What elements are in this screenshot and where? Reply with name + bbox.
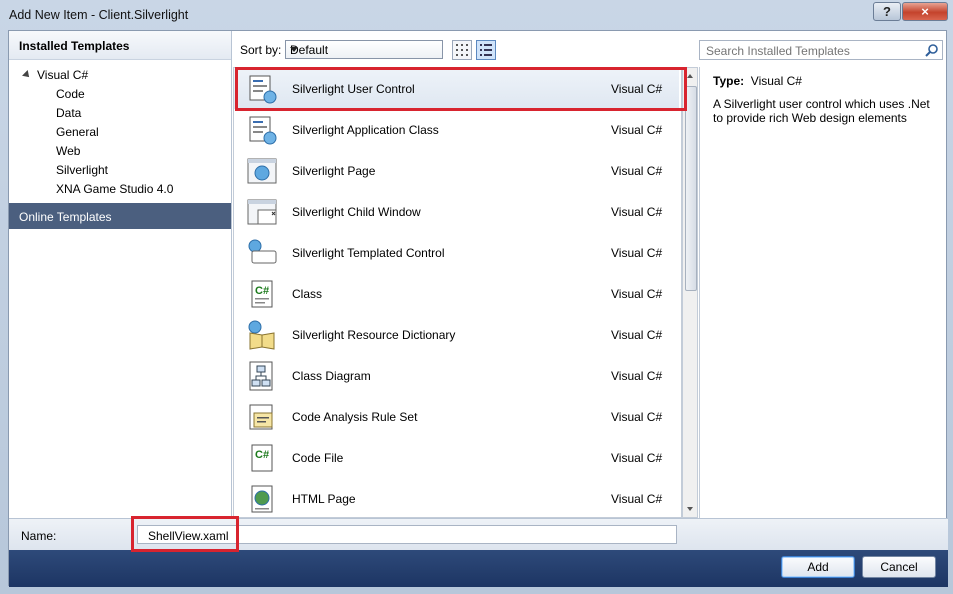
template-row[interactable]: Class Diagram Visual C# <box>234 355 679 396</box>
list-view-icon <box>480 44 492 56</box>
category-panel: Installed Templates Visual C# Code Data … <box>9 31 232 518</box>
name-input-highlight <box>131 516 239 552</box>
template-name: HTML Page <box>292 492 356 506</box>
template-name: Silverlight Page <box>292 164 376 178</box>
code-file-icon: C# <box>251 444 273 472</box>
details-view-button[interactable] <box>476 40 496 60</box>
scroll-up-icon[interactable] <box>687 74 693 78</box>
csharp-class-icon: C# <box>251 280 273 308</box>
scroll-down-icon[interactable] <box>687 507 693 511</box>
html-page-icon <box>251 485 273 513</box>
template-row[interactable]: C# Code File Visual C# <box>234 437 679 478</box>
dialog-body: Installed Templates Visual C# Code Data … <box>8 30 949 587</box>
template-language: Visual C# <box>611 369 663 383</box>
selected-template-highlight <box>235 67 687 111</box>
template-row[interactable]: Silverlight Resource Dictionary Visual C… <box>234 314 679 355</box>
tree-item-visual-csharp[interactable]: Visual C# <box>22 68 89 82</box>
application-class-icon <box>249 116 277 145</box>
detail-type-value: Visual C# <box>750 74 802 88</box>
scrollbar-thumb[interactable] <box>685 86 697 291</box>
template-list-scrollbar[interactable] <box>682 67 698 518</box>
template-row[interactable]: Silverlight Templated Control Visual C# <box>234 232 679 273</box>
detail-type: Type: Visual C# <box>713 74 802 88</box>
template-name: Silverlight Application Class <box>292 123 439 137</box>
template-language: Visual C# <box>611 123 663 137</box>
template-name: Class <box>292 287 323 301</box>
add-new-item-dialog: Add New Item - Client.Silverlight ? × In… <box>0 0 953 594</box>
class-diagram-icon <box>249 361 273 391</box>
tree-root-label: Visual C# <box>37 68 89 82</box>
window-title: Add New Item - Client.Silverlight <box>9 8 189 22</box>
template-row[interactable]: C# Class Visual C# <box>234 273 679 314</box>
help-button[interactable]: ? <box>873 2 901 21</box>
template-language: Visual C# <box>611 164 663 178</box>
child-window-icon <box>247 199 277 225</box>
page-icon <box>247 158 277 184</box>
template-details-pane: Type: Visual C# A Silverlight user contr… <box>699 67 949 518</box>
tree-item-general[interactable]: General <box>56 125 99 139</box>
tree-item-web[interactable]: Web <box>56 144 80 158</box>
template-language: Visual C# <box>611 205 663 219</box>
online-templates-label: Online Templates <box>19 210 112 224</box>
template-name: Code Analysis Rule Set <box>292 410 418 424</box>
template-name: Silverlight Child Window <box>292 205 421 219</box>
template-row[interactable]: Code Analysis Rule Set Visual C# <box>234 396 679 437</box>
templated-control-icon <box>248 239 277 264</box>
installed-templates-header[interactable]: Installed Templates <box>9 31 231 60</box>
template-row[interactable]: Silverlight Application Class Visual C# <box>234 109 679 150</box>
template-list: Silverlight User Control Visual C# Silve… <box>233 67 682 518</box>
expand-triangle-icon[interactable] <box>22 70 32 80</box>
svg-text:C#: C# <box>255 449 269 461</box>
rule-set-icon <box>249 404 273 430</box>
template-row[interactable]: Silverlight Page Visual C# <box>234 150 679 191</box>
search-icon[interactable] <box>925 44 938 57</box>
cancel-button[interactable]: Cancel <box>862 556 936 578</box>
template-row[interactable]: HTML Page Visual C# <box>234 478 679 517</box>
small-icons-view-button[interactable] <box>452 40 472 60</box>
title-bar: Add New Item - Client.Silverlight ? × <box>0 0 953 30</box>
tree-item-data[interactable]: Data <box>56 106 81 120</box>
detail-description: A Silverlight user control which uses .N… <box>713 97 930 125</box>
detail-type-label: Type: <box>713 74 745 88</box>
svg-text:C#: C# <box>255 285 269 297</box>
template-language: Visual C# <box>611 287 663 301</box>
tree-item-code[interactable]: Code <box>56 87 85 101</box>
template-language: Visual C# <box>611 492 663 506</box>
template-row[interactable]: Silverlight Child Window Visual C# <box>234 191 679 232</box>
sort-by-dropdown[interactable]: Default <box>285 40 443 59</box>
tree-item-xna[interactable]: XNA Game Studio 4.0 <box>56 182 173 196</box>
button-bar: Add Cancel <box>9 550 948 587</box>
template-language: Visual C# <box>611 246 663 260</box>
online-templates-item[interactable]: Online Templates <box>9 203 231 229</box>
search-box[interactable] <box>699 40 943 60</box>
template-language: Visual C# <box>611 328 663 342</box>
template-language: Visual C# <box>611 451 663 465</box>
name-label: Name: <box>21 529 57 543</box>
search-input[interactable] <box>704 43 918 59</box>
template-name: Code File <box>292 451 344 465</box>
tree-item-silverlight[interactable]: Silverlight <box>56 163 108 177</box>
sort-by-label: Sort by: <box>240 43 282 57</box>
grid-view-icon <box>456 44 468 56</box>
template-language: Visual C# <box>611 410 663 424</box>
template-name: Class Diagram <box>292 369 371 383</box>
add-button[interactable]: Add <box>781 556 855 578</box>
template-name: Silverlight Templated Control <box>292 246 445 260</box>
close-button[interactable]: × <box>902 2 948 21</box>
chevron-down-icon <box>290 47 298 52</box>
template-name: Silverlight Resource Dictionary <box>292 328 456 342</box>
resource-dictionary-icon <box>248 320 275 350</box>
installed-templates-label: Installed Templates <box>19 39 130 53</box>
